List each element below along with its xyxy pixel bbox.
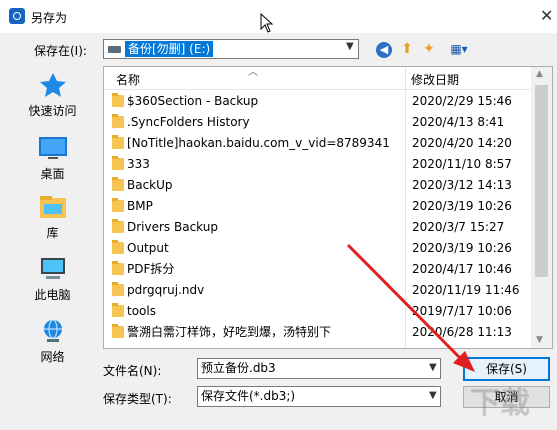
filename-label: 文件名(N): [103,364,162,378]
column-header-modified[interactable]: 修改日期 [411,71,459,88]
file-date: 2020/4/17 10:46 [412,262,512,276]
location-dropdown[interactable]: 备份[勿删] (E:) ▼ [103,39,359,59]
file-date: 2020/2/29 15:46 [412,94,512,108]
file-date: 2019/7/17 10:06 [412,304,512,318]
folder-icon [112,198,124,212]
file-name: [NoTitle]haokan.baidu.com_v_vid=8789341 [127,136,390,150]
file-list-header: ︿ 名称 修改日期 [104,67,552,90]
file-name: .SyncFolders History [127,115,250,129]
back-arrow-icon: ◀ [376,42,392,58]
window-title: 另存为 [31,11,68,25]
place-label: 库 [46,226,59,240]
folder-icon [112,219,124,233]
folder-icon [112,93,124,107]
file-date: 2020/3/19 10:26 [412,199,512,213]
watermark-logo: 下载 [470,386,530,421]
file-name: tools [127,304,156,318]
filetype-label: 保存类型(T): [103,392,172,406]
up-folder-icon[interactable]: ⬆ [398,40,416,58]
folder-icon [112,114,124,128]
list-item[interactable]: [NoTitle]haokan.baidu.com_v_vid=8789341 2… [104,133,552,154]
file-name: 333 [127,157,150,171]
file-name: $360Section - Backup [127,94,259,108]
list-item[interactable]: BMP 2020/3/19 10:26 [104,196,552,217]
back-button[interactable]: ◀ [375,40,393,58]
file-name: PDF拆分 [127,262,175,276]
location-value: 备份[勿删] (E:) [125,41,214,57]
sort-up-icon: ︿ [248,67,258,78]
file-list[interactable]: ︿ 名称 修改日期 $360Section - Backup 2020/2/29 … [103,66,553,349]
chevron-down-icon[interactable]: ▼ [429,362,437,373]
places-bar: 快速访问 桌面 库 此电脑 网络 [9,66,96,372]
list-item[interactable]: .SyncFolders History 2020/4/13 8:41 [104,112,552,133]
place-this-pc[interactable]: 此电脑 [9,256,96,303]
place-desktop[interactable]: 桌面 [9,135,96,182]
folder-icon [112,240,124,254]
file-date: 2020/11/10 8:57 [412,157,512,171]
folder-icon [112,282,124,296]
scroll-up-icon[interactable]: ▲ [536,69,543,79]
file-date: 2020/4/20 14:20 [412,136,512,150]
chevron-down-icon[interactable]: ▼ [346,41,354,52]
list-item[interactable]: $360Section - Backup 2020/2/29 15:46 [104,91,552,112]
file-date: 2020/4/13 8:41 [412,115,505,129]
list-item[interactable]: tools 2019/7/17 10:06 [104,301,552,322]
library-icon [38,194,68,220]
folder-icon [112,324,124,338]
title-bar: 另存为 ✕ [0,0,557,33]
list-item[interactable]: BackUp 2020/3/12 14:13 [104,175,552,196]
list-item[interactable]: PDF拆分 2020/4/17 10:46 [104,259,552,280]
file-name: Output [127,241,169,255]
place-label: 快速访问 [28,104,77,118]
file-name: BackUp [127,178,173,192]
file-name: BMP [127,199,153,213]
place-label: 此电脑 [34,288,71,302]
folder-icon [112,156,124,170]
file-date: 2020/3/7 15:27 [412,220,505,234]
list-item[interactable]: 333 2020/11/10 8:57 [104,154,552,175]
drive-icon [108,46,121,53]
place-label: 网络 [40,350,65,364]
file-name: 警溯白薷汀样饰，好吃到爆，汤特别下 [127,325,332,339]
file-name: pdrgqruj.ndv [127,283,205,297]
scroll-down-icon[interactable]: ▼ [536,335,543,345]
folder-icon [112,303,124,317]
desktop-icon [38,135,68,161]
close-icon[interactable]: ✕ [540,6,553,25]
list-item[interactable]: Drivers Backup 2020/3/7 15:27 [104,217,552,238]
folder-icon [112,261,124,275]
file-date: 2020/3/19 10:26 [412,241,512,255]
list-item[interactable]: 警溯白薷汀样饰，好吃到爆，汤特别下 2020/6/28 11:13 [104,322,552,343]
file-date: 2020/11/19 11:46 [412,283,520,297]
network-icon [38,318,68,344]
file-date: 2020/6/28 11:13 [412,325,512,339]
computer-icon [38,256,68,282]
folder-icon [112,177,124,191]
place-library[interactable]: 库 [9,194,96,241]
place-quick-access[interactable]: 快速访问 [9,72,96,119]
list-item[interactable]: Output 2020/3/19 10:26 [104,238,552,259]
file-date: 2020/3/12 14:13 [412,178,512,192]
mouse-cursor-icon [260,12,274,36]
star-icon [38,72,68,98]
list-item[interactable]: pdrgqruj.ndv 2020/11/19 11:46 [104,280,552,301]
file-rows: $360Section - Backup 2020/2/29 15:46 .Syn… [104,91,552,343]
column-header-name[interactable]: 名称 [116,71,140,88]
scroll-thumb[interactable] [535,85,548,277]
app-icon [9,8,25,24]
place-label: 桌面 [40,167,65,181]
place-network[interactable]: 网络 [9,318,96,365]
vertical-scrollbar[interactable]: ▲ ▼ [531,67,552,348]
new-folder-icon[interactable]: ✦ [420,40,438,58]
filetype-select[interactable]: 保存文件(*.db3;) [197,386,441,407]
chevron-down-icon[interactable]: ▼ [429,390,437,401]
view-menu-icon[interactable]: ▦▾ [445,40,473,58]
file-name: Drivers Backup [127,220,218,234]
save-in-label: 保存在(I): [34,44,87,58]
filename-input[interactable]: 预立备份.db3 [197,358,441,379]
folder-icon [112,135,124,149]
